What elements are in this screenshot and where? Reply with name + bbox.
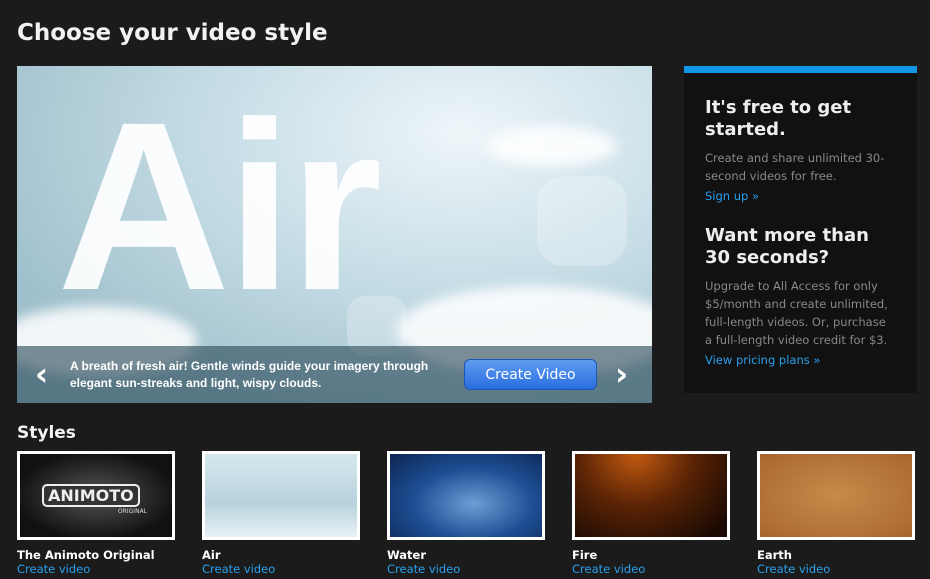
create-video-link[interactable]: Create video [17,562,175,576]
prev-arrow-icon[interactable]: ‹ [35,358,48,390]
hero-title: Air [57,72,382,340]
lens-flare [537,176,627,266]
style-name: Water [387,548,427,562]
style-name: Fire [572,548,598,562]
style-carousel: Air ‹ A breath of fresh air! Gentle wind… [17,66,652,403]
style-card-original: ANIMOTO ORIGINAL The Animoto Original Cr… [17,451,175,576]
cloud [487,126,617,166]
thumbnail-earth[interactable] [757,451,915,540]
style-description: A breath of fresh air! Gentle winds guid… [70,359,429,390]
caption-bar: ‹ A breath of fresh air! Gentle winds gu… [17,346,652,403]
thumbnail-air[interactable] [202,451,360,540]
upgrade-text: Upgrade to All Access for only $5/month … [705,279,888,347]
logo-subtitle: ORIGINAL [118,508,148,515]
style-name: The Animoto Original [17,548,155,562]
create-video-link[interactable]: Create video [757,562,915,576]
sign-up-link[interactable]: Sign up » [705,189,896,203]
upgrade-heading: Want more than 30 seconds? [705,225,869,268]
style-name: Air [202,548,221,562]
create-video-link[interactable]: Create video [202,562,360,576]
free-heading: It's free to get started. [705,97,852,140]
next-arrow-icon[interactable]: › [615,358,628,390]
style-card-air: Air Create video [202,451,360,576]
style-card-earth: Earth Create video [757,451,915,576]
page-title: Choose your video style [17,20,328,46]
pricing-link[interactable]: View pricing plans » [705,353,896,367]
free-text: Create and share unlimited 30-second vid… [705,151,885,183]
thumbnail-fire[interactable] [572,451,730,540]
animoto-logo: ANIMOTO [42,484,140,507]
style-name: Earth [757,548,792,562]
promo-sidebar: It's free to get started. Create and sha… [684,66,917,393]
thumbnail-water[interactable] [387,451,545,540]
create-video-button[interactable]: Create Video [464,359,597,390]
style-card-water: Water Create video [387,451,545,576]
create-video-link[interactable]: Create video [572,562,730,576]
create-video-link[interactable]: Create video [387,562,545,576]
style-card-fire: Fire Create video [572,451,730,576]
thumbnail-original[interactable]: ANIMOTO ORIGINAL [17,451,175,540]
styles-heading: Styles [17,423,76,443]
